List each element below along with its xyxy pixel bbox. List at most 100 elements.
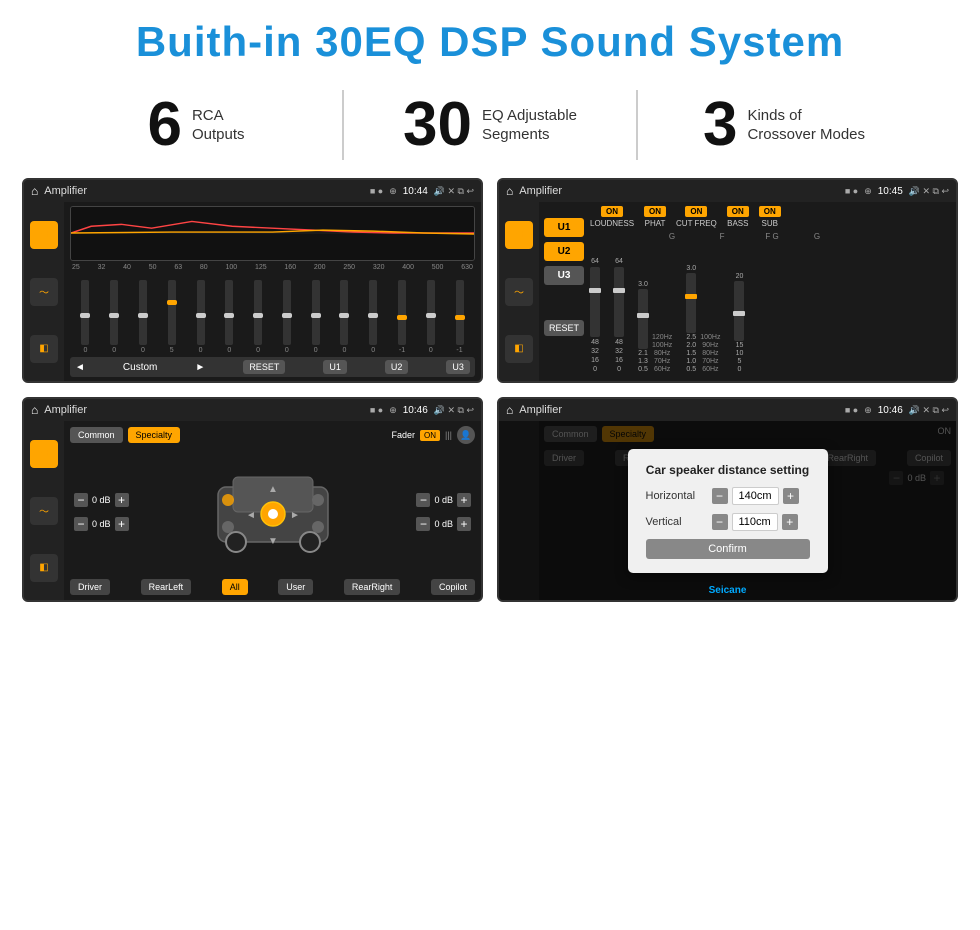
right-db-1: − 0 dB + bbox=[416, 493, 471, 507]
speaker-sidebar-icon-2[interactable]: 〜 bbox=[30, 497, 58, 525]
rearright-btn[interactable]: RearRight bbox=[344, 579, 401, 595]
home-icon-2[interactable]: ⌂ bbox=[506, 184, 513, 198]
eq-bar-icons-right: 🔊 ✕ ⧉ ↩ bbox=[434, 186, 474, 197]
phat-on[interactable]: ON bbox=[644, 206, 666, 217]
eq-slider-6[interactable]: 0 bbox=[245, 280, 272, 354]
rearleft-btn[interactable]: RearLeft bbox=[141, 579, 192, 595]
all-btn[interactable]: All bbox=[222, 579, 248, 595]
eq-graph bbox=[70, 206, 475, 261]
speaker-bar-icons-right: 🔊 ✕ ⧉ ↩ bbox=[434, 405, 474, 416]
right-minus-2[interactable]: − bbox=[416, 517, 430, 531]
left-plus-2[interactable]: + bbox=[115, 517, 129, 531]
reset-btn[interactable]: RESET bbox=[544, 320, 584, 336]
right-minus-1[interactable]: − bbox=[416, 493, 430, 507]
cutfreq-on[interactable]: ON bbox=[685, 206, 707, 217]
car-svg-diagram: ▲ ▼ ◄ ► bbox=[198, 462, 348, 562]
left-db-controls: − 0 dB + − 0 dB + bbox=[74, 493, 129, 531]
eq-u2-btn[interactable]: U2 bbox=[385, 360, 409, 374]
eq-prev-btn[interactable]: ◄ bbox=[75, 362, 85, 373]
eq-slider-2[interactable]: 0 bbox=[130, 280, 157, 354]
common-tab[interactable]: Common bbox=[70, 427, 123, 443]
copilot-btn[interactable]: Copilot bbox=[431, 579, 475, 595]
crossover-sidebar-icon-2[interactable]: 〜 bbox=[505, 278, 533, 306]
left-plus-1[interactable]: + bbox=[115, 493, 129, 507]
eq-slider-9[interactable]: 0 bbox=[331, 280, 358, 354]
vertical-minus[interactable]: − bbox=[712, 514, 728, 530]
cutfreq-toggle: ON CUT FREQ bbox=[676, 206, 717, 228]
stat-number-eq: 30 bbox=[403, 94, 472, 156]
eq-slider-12[interactable]: 0 bbox=[417, 280, 444, 354]
stat-number-rca: 6 bbox=[147, 94, 181, 156]
eq-sidebar-icon-2[interactable]: 〜 bbox=[30, 278, 58, 306]
speaker-sidebar-icon-1[interactable]: ⊞ bbox=[30, 440, 58, 468]
sub-label: SUB bbox=[762, 219, 778, 228]
speaker-bar-icon: ■ ● bbox=[370, 405, 383, 415]
u2-btn[interactable]: U2 bbox=[544, 242, 584, 261]
eq-freq-labels: 2532 4050 6380 100125 160200 250320 4005… bbox=[70, 264, 475, 271]
right-plus-2[interactable]: + bbox=[457, 517, 471, 531]
specialty-tab[interactable]: Specialty bbox=[128, 427, 181, 443]
eq-sidebar-icon-3[interactable]: ◧ bbox=[30, 335, 58, 363]
speaker-main-area: Common Specialty Fader ON ||| 👤 − 0 dB bbox=[64, 421, 481, 600]
sub-slider[interactable]: 20 15 10 5 0 bbox=[734, 273, 744, 373]
speaker-time: 10:46 bbox=[403, 405, 428, 416]
left-minus-2[interactable]: − bbox=[74, 517, 88, 531]
horizontal-plus[interactable]: + bbox=[783, 488, 799, 504]
home-icon[interactable]: ⌂ bbox=[31, 184, 38, 198]
loudness-on[interactable]: ON bbox=[601, 206, 623, 217]
phat-toggle: ON PHAT bbox=[644, 206, 666, 228]
eq-slider-10[interactable]: 0 bbox=[360, 280, 387, 354]
stat-label-rca: RCA Outputs bbox=[192, 106, 245, 145]
vert-sliders-area: 64 48 32 16 0 64 bbox=[590, 245, 951, 377]
location-icon: ⊕ bbox=[389, 186, 397, 197]
vertical-plus[interactable]: + bbox=[782, 514, 798, 530]
right-plus-1[interactable]: + bbox=[457, 493, 471, 507]
eq-next-btn[interactable]: ► bbox=[195, 362, 205, 373]
eq-sidebar-icon-1[interactable]: ⊞ bbox=[30, 221, 58, 249]
left-minus-1[interactable]: − bbox=[74, 493, 88, 507]
bass-sliders: 3.0 2.5 2.0 1.5 1.0 0.5 bbox=[686, 265, 720, 373]
loudness-toggle: ON LOUDNESS bbox=[590, 206, 634, 228]
svg-text:►: ► bbox=[290, 510, 300, 521]
bass-on[interactable]: ON bbox=[727, 206, 749, 217]
fader-on-badge[interactable]: ON bbox=[420, 430, 440, 441]
eq-slider-7[interactable]: 0 bbox=[273, 280, 300, 354]
home-icon-3[interactable]: ⌂ bbox=[31, 403, 38, 417]
crossover-sidebar-icon-3[interactable]: ◧ bbox=[505, 335, 533, 363]
stat-label-eq: EQ Adjustable Segments bbox=[482, 106, 577, 145]
eq-slider-8[interactable]: 0 bbox=[302, 280, 329, 354]
u3-btn[interactable]: U3 bbox=[544, 266, 584, 285]
loudness-slider[interactable]: 64 48 32 16 0 bbox=[590, 258, 600, 373]
eq-slider-5[interactable]: 0 bbox=[216, 280, 243, 354]
u1-btn[interactable]: U1 bbox=[544, 218, 584, 237]
eq-slider-3[interactable]: 5 bbox=[158, 280, 185, 354]
sub-on[interactable]: ON bbox=[759, 206, 781, 217]
speaker-screen: ⌂ Amplifier ■ ● ⊕ 10:46 🔊 ✕ ⧉ ↩ ⊞ 〜 ◧ Co… bbox=[22, 397, 483, 602]
profile-icon[interactable]: 👤 bbox=[457, 426, 475, 444]
home-icon-4[interactable]: ⌂ bbox=[506, 403, 513, 417]
eq-slider-11[interactable]: -1 bbox=[389, 280, 416, 354]
speaker-dialog-bar-icon: ■ ● bbox=[845, 405, 858, 415]
user-btn[interactable]: User bbox=[278, 579, 313, 595]
eq-screen-bar: ⌂ Amplifier ■ ● ⊕ 10:44 🔊 ✕ ⧉ ↩ bbox=[24, 180, 481, 202]
eq-slider-13[interactable]: -1 bbox=[446, 280, 473, 354]
crossover-sidebar-icon-1[interactable]: ⊞ bbox=[505, 221, 533, 249]
crossover-u-buttons: U1 U2 U3 RESET bbox=[544, 218, 584, 377]
horizontal-minus[interactable]: − bbox=[712, 488, 728, 504]
speaker-sidebar-icon-3[interactable]: ◧ bbox=[30, 554, 58, 582]
driver-btn[interactable]: Driver bbox=[70, 579, 110, 595]
crossover-location-icon: ⊕ bbox=[864, 186, 872, 197]
phat-slider[interactable]: 64 48 32 16 0 bbox=[614, 258, 624, 373]
seicane-watermark: Seicane bbox=[709, 585, 747, 596]
eq-slider-0[interactable]: 0 bbox=[72, 280, 99, 354]
stat-label-crossover: Kinds of Crossover Modes bbox=[747, 106, 865, 145]
eq-u1-btn[interactable]: U1 bbox=[323, 360, 347, 374]
eq-reset-btn[interactable]: RESET bbox=[243, 360, 285, 374]
eq-sidebar: ⊞ 〜 ◧ bbox=[24, 202, 64, 381]
confirm-button[interactable]: Confirm bbox=[646, 539, 810, 559]
eq-u3-btn[interactable]: U3 bbox=[446, 360, 470, 374]
crossover-screen: ⌂ Amplifier ■ ● ⊕ 10:45 🔊 ✕ ⧉ ↩ ⊞ 〜 ◧ U1… bbox=[497, 178, 958, 383]
eq-slider-4[interactable]: 0 bbox=[187, 280, 214, 354]
eq-slider-1[interactable]: 0 bbox=[101, 280, 128, 354]
svg-text:◄: ◄ bbox=[246, 510, 256, 521]
